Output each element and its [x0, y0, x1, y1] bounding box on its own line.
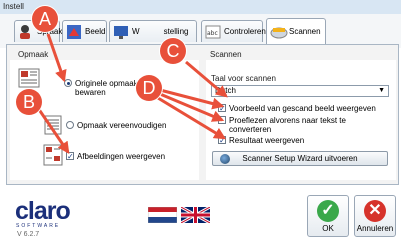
marker-c: C	[160, 38, 186, 64]
settings-window: Instell Spraak Beeld W stelling abc Cont…	[0, 0, 401, 242]
claro-logo: claro	[15, 197, 71, 225]
close-icon: ✕	[364, 200, 386, 222]
marker-b: B	[16, 89, 42, 115]
arrow-b	[36, 107, 70, 154]
arrow-a	[46, 33, 67, 83]
dutch-flag-icon[interactable]	[148, 207, 177, 223]
marker-d: D	[136, 75, 162, 101]
arrow-c	[185, 60, 228, 98]
checkmark-icon: ✓	[317, 200, 339, 222]
button-label: OK	[322, 224, 334, 233]
ok-button[interactable]: ✓ OK	[307, 195, 349, 237]
marker-a: A	[32, 6, 58, 32]
cancel-button[interactable]: ✕ Annuleren	[354, 195, 396, 237]
button-label: Annuleren	[356, 224, 394, 233]
claro-logo-sub: SOFTWARE	[16, 223, 61, 229]
uk-flag-icon[interactable]	[181, 207, 210, 223]
version-label: V 6.2.7	[17, 231, 40, 238]
